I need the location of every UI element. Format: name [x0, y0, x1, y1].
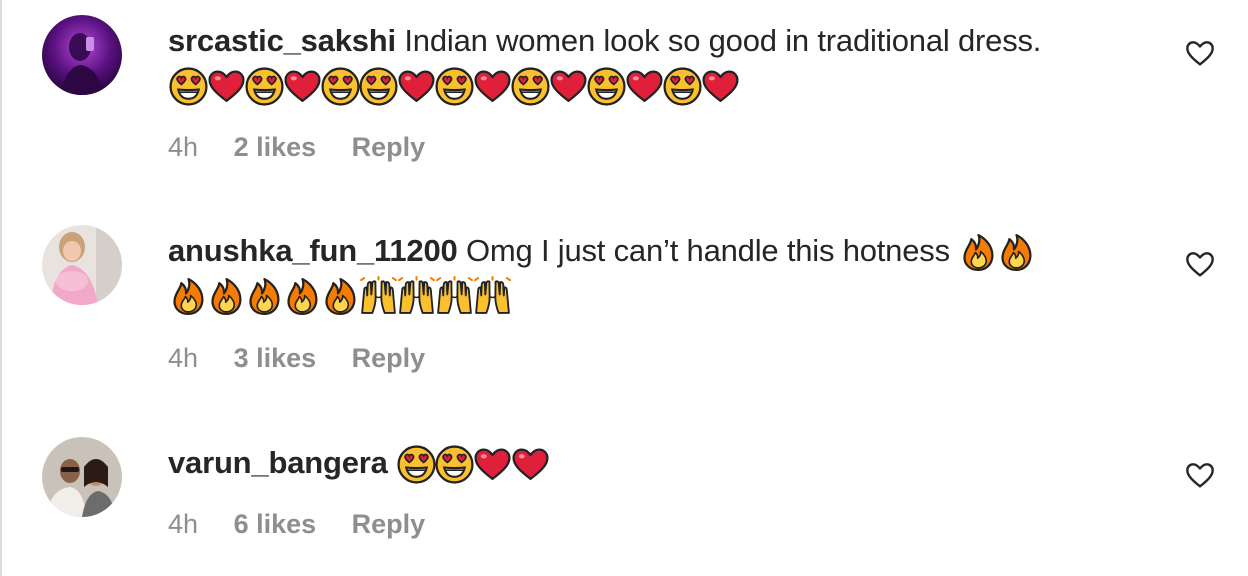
raising-hands-icon	[358, 276, 399, 317]
heart-eyes-icon	[434, 66, 475, 107]
comment-meta: 4h 3 likes Reply	[168, 343, 453, 374]
avatar[interactable]	[42, 225, 122, 305]
comment-timestamp[interactable]: 4h	[168, 343, 198, 373]
raising-hands-icon	[434, 276, 475, 317]
heart-icon	[396, 66, 437, 107]
comment-likes-count[interactable]: 3 likes	[234, 343, 317, 373]
heart-eyes-icon	[244, 66, 285, 107]
comment-meta: 4h 2 likes Reply	[168, 132, 453, 163]
comment-text-line: anushka_fun_11200 Omg I just can’t handl…	[168, 228, 1148, 274]
heart-eyes-icon	[434, 444, 475, 485]
comment-username[interactable]: varun_bangera	[168, 445, 388, 480]
comment-username[interactable]: srcastic_sakshi	[168, 23, 396, 58]
emoji-row	[168, 66, 741, 107]
heart-eyes-icon	[168, 66, 209, 107]
like-heart-icon[interactable]	[1184, 459, 1216, 491]
heart-icon	[206, 66, 247, 107]
fire-icon	[320, 276, 361, 317]
heart-eyes-icon	[586, 66, 627, 107]
reply-button[interactable]: Reply	[352, 343, 426, 373]
comment-likes-count[interactable]: 2 likes	[234, 132, 317, 162]
comment-text: Indian women look so good in traditional…	[404, 23, 1042, 58]
reply-button[interactable]: Reply	[352, 132, 426, 162]
like-heart-icon[interactable]	[1184, 248, 1216, 280]
fire-icon	[244, 276, 285, 317]
comment-text: Omg I just can’t handle this hotness	[465, 233, 950, 268]
comment-username[interactable]: anushka_fun_11200	[168, 233, 458, 268]
heart-icon	[624, 66, 665, 107]
emoji-row	[958, 232, 1034, 273]
heart-icon	[472, 444, 513, 485]
comment-text-line: srcastic_sakshi Indian women look so goo…	[168, 18, 1148, 64]
raising-hands-icon	[472, 276, 513, 317]
heart-icon	[510, 444, 551, 485]
heart-eyes-icon	[510, 66, 551, 107]
heart-icon	[472, 66, 513, 107]
comment-timestamp[interactable]: 4h	[168, 509, 198, 539]
heart-icon	[700, 66, 741, 107]
reply-button[interactable]: Reply	[352, 509, 426, 539]
comment-meta: 4h 6 likes Reply	[168, 509, 453, 540]
fire-icon	[206, 276, 247, 317]
scrollbar-edge	[0, 0, 2, 576]
heart-eyes-icon	[320, 66, 361, 107]
comment-text-line: varun_bangera	[168, 440, 1148, 486]
comment-likes-count[interactable]: 6 likes	[234, 509, 317, 539]
emoji-row	[168, 276, 513, 317]
heart-eyes-icon	[662, 66, 703, 107]
heart-icon	[282, 66, 323, 107]
like-heart-icon[interactable]	[1184, 37, 1216, 69]
raising-hands-icon	[396, 276, 437, 317]
fire-icon	[958, 232, 999, 273]
avatar[interactable]	[42, 15, 122, 95]
fire-icon	[282, 276, 323, 317]
emoji-row	[396, 444, 551, 485]
avatar[interactable]	[42, 437, 122, 517]
heart-eyes-icon	[396, 444, 437, 485]
heart-icon	[548, 66, 589, 107]
heart-eyes-icon	[358, 66, 399, 107]
comment-timestamp[interactable]: 4h	[168, 132, 198, 162]
fire-icon	[168, 276, 209, 317]
fire-icon	[996, 232, 1037, 273]
